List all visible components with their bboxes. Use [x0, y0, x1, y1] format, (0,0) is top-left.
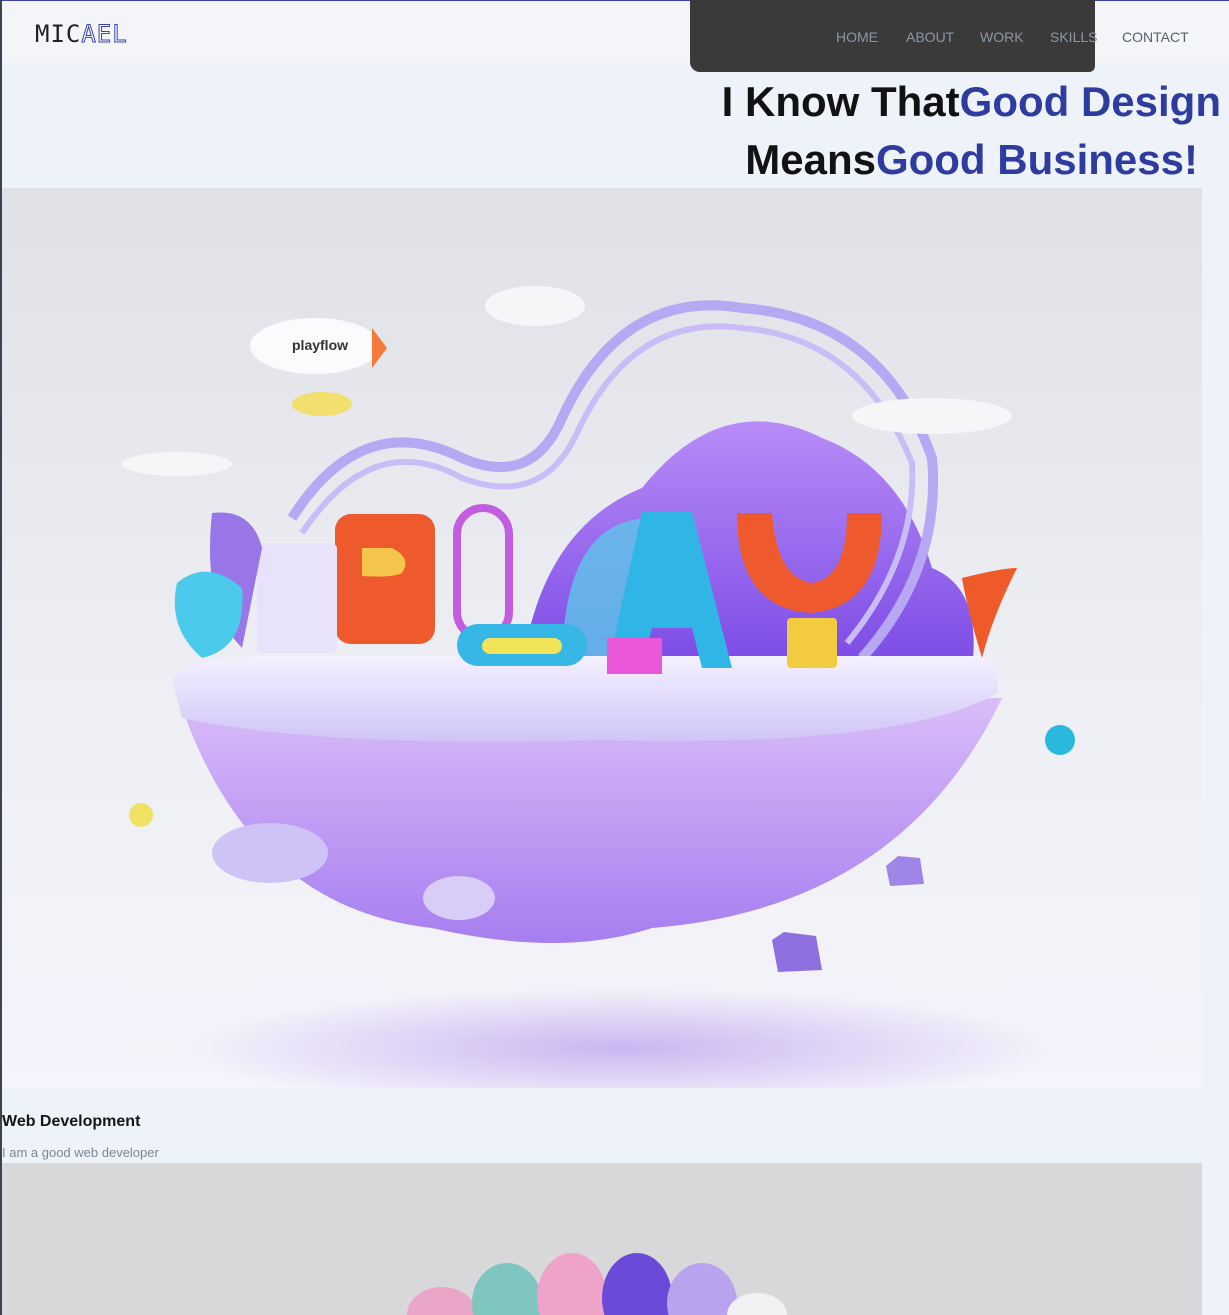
- floating-rock: [212, 823, 328, 883]
- disc-teal: [472, 1263, 542, 1315]
- disc-pink: [537, 1253, 607, 1315]
- nav-link-about[interactable]: ABOUT: [906, 29, 954, 45]
- site-logo[interactable]: MICAEL: [35, 20, 128, 49]
- disc-purple: [602, 1253, 672, 1315]
- logo-text-outline: AEL: [81, 20, 128, 49]
- disc-lavender: [667, 1263, 737, 1315]
- floating-rock: [772, 932, 822, 972]
- header-overlay-image: [690, 0, 1095, 72]
- hero-heading-line-2: MeansGood Business!: [745, 136, 1198, 184]
- project-image-second[interactable]: [2, 1163, 1202, 1315]
- nav-link-home[interactable]: HOME: [836, 29, 878, 45]
- left-border: [0, 0, 2, 1315]
- hero-text-accent: Good Business!: [875, 136, 1198, 183]
- profile-card: [257, 543, 337, 653]
- colored-discs-illustration: [407, 1253, 787, 1315]
- play-island-illustration: playflow: [122, 286, 1075, 1088]
- project-description: I am a good web developer: [2, 1145, 159, 1160]
- floating-ball-blue: [1045, 725, 1075, 755]
- logo-text-primary: MIC: [35, 20, 82, 48]
- hero-text-dark: Means: [745, 136, 876, 183]
- right-gutter: [1202, 188, 1229, 1315]
- disc-pink: [407, 1287, 477, 1315]
- nav-link-work[interactable]: WORK: [980, 29, 1024, 45]
- hero-text-accent: Good Design: [959, 78, 1221, 125]
- island-top: [172, 656, 998, 742]
- blimp-label: playflow: [292, 337, 348, 353]
- nav-link-skills[interactable]: SKILLS: [1050, 29, 1097, 45]
- project-title: Web Development: [2, 1113, 141, 1130]
- hero-text-dark: I Know That: [721, 78, 960, 125]
- ground-shadow: [182, 988, 1062, 1088]
- nav-link-contact[interactable]: CONTACT: [1122, 29, 1189, 45]
- floating-ball-yellow: [129, 803, 153, 827]
- letter-l: [453, 504, 513, 642]
- hero-heading-line-1: I Know ThatGood Design: [722, 78, 1221, 126]
- project-image-play[interactable]: playflow: [2, 188, 1202, 1088]
- blimp: playflow: [250, 318, 387, 416]
- letter-p: [335, 514, 435, 644]
- floating-rock: [886, 856, 924, 886]
- floating-rock: [423, 876, 495, 920]
